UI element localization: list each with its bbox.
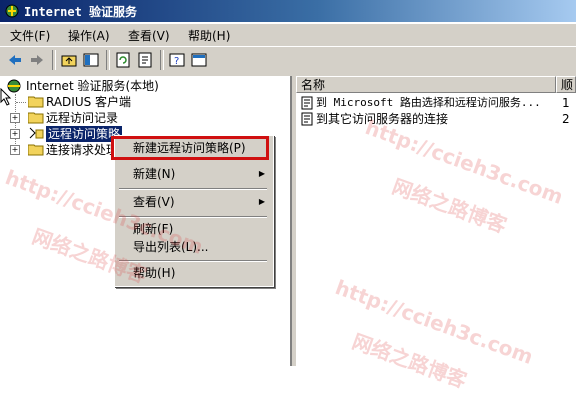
tree-item-label: 连接请求处理	[46, 143, 119, 157]
export-list-icon[interactable]	[136, 51, 154, 69]
toolbar: ?	[0, 46, 576, 74]
folder-icon	[28, 112, 44, 124]
expand-icon[interactable]: +	[10, 113, 20, 123]
svg-text:?: ?	[174, 56, 179, 67]
menu-bar: 文件(F) 操作(A) 查看(V) 帮助(H)	[0, 24, 576, 47]
list-item-name: 到 Microsoft 路由选择和远程访问服务...	[316, 96, 541, 109]
menu-item-export-list[interactable]: 导出列表(L)...	[115, 237, 271, 257]
submenu-arrow-icon: ▶	[258, 169, 265, 178]
tree-item-remote-access-logging[interactable]: + 远程访问记录	[4, 110, 204, 126]
menu-item-refresh[interactable]: 刷新(F)	[115, 219, 271, 239]
tree-root-label: Internet 验证服务(本地)	[26, 79, 159, 93]
list-item[interactable]: 到 Microsoft 路由选择和远程访问服务... 1	[298, 95, 574, 111]
window-title: Internet 验证服务	[24, 5, 138, 19]
properties-icon[interactable]	[190, 51, 208, 69]
toolbar-separator	[160, 50, 164, 70]
menu-view[interactable]: 查看(V)	[128, 27, 170, 44]
back-arrow-icon[interactable]	[6, 51, 24, 69]
policy-icon	[29, 127, 44, 139]
list-item-order: 1	[562, 96, 570, 110]
list-pane: 名称 顺序 到 Microsoft 路由选择和远程访问服务... 1 到其它访问…	[296, 76, 576, 366]
policy-scroll-icon	[301, 112, 313, 126]
list-item-name: 到其它访问服务器的连接	[316, 112, 449, 126]
menu-item-label: 新建(N)	[133, 167, 176, 181]
column-header-order[interactable]: 顺序	[556, 76, 576, 93]
ias-app-icon	[5, 4, 19, 18]
help-icon[interactable]: ?	[168, 51, 186, 69]
menu-file[interactable]: 文件(F)	[10, 27, 50, 44]
up-folder-icon[interactable]	[60, 51, 78, 69]
submenu-arrow-icon: ▶	[258, 197, 265, 206]
list-item[interactable]: 到其它访问服务器的连接 2	[298, 111, 574, 127]
list-item-order: 2	[562, 112, 570, 126]
bottom-area	[0, 366, 576, 400]
folder-icon	[28, 144, 44, 156]
menu-item-label: 帮助(H)	[133, 266, 176, 280]
menu-separator	[119, 188, 267, 190]
menu-item-label: 导出列表(L)...	[133, 240, 209, 254]
menu-item-view[interactable]: 查看(V) ▶	[115, 192, 271, 212]
toolbar-separator	[52, 50, 56, 70]
forward-arrow-icon[interactable]	[28, 51, 46, 69]
menu-separator	[119, 216, 267, 218]
column-header-name[interactable]: 名称	[296, 76, 556, 93]
menu-action[interactable]: 操作(A)	[68, 27, 110, 44]
menu-item-new[interactable]: 新建(N) ▶	[115, 164, 271, 184]
menu-item-label: 查看(V)	[133, 195, 175, 209]
refresh-icon[interactable]	[114, 51, 132, 69]
policy-scroll-icon	[301, 96, 313, 110]
tree-item-label: 远程访问记录	[46, 111, 119, 125]
tree-item-radius[interactable]: RADIUS 客户端	[4, 94, 204, 110]
highlight-box	[111, 136, 269, 160]
show-tree-icon[interactable]	[82, 51, 100, 69]
title-bar: Internet 验证服务	[0, 0, 576, 22]
menu-separator	[119, 260, 267, 262]
expand-icon[interactable]: +	[10, 129, 20, 139]
menu-item-help[interactable]: 帮助(H)	[115, 263, 271, 283]
mouse-cursor-icon	[0, 88, 12, 106]
expand-icon[interactable]: +	[10, 145, 20, 155]
tree-item-label: RADIUS 客户端	[46, 95, 132, 109]
folder-icon	[28, 96, 44, 108]
tree-line	[16, 102, 26, 103]
toolbar-separator	[106, 50, 110, 70]
tree-root[interactable]: Internet 验证服务(本地)	[4, 78, 284, 94]
menu-help[interactable]: 帮助(H)	[188, 27, 230, 44]
menu-item-label: 刷新(F)	[133, 222, 174, 236]
